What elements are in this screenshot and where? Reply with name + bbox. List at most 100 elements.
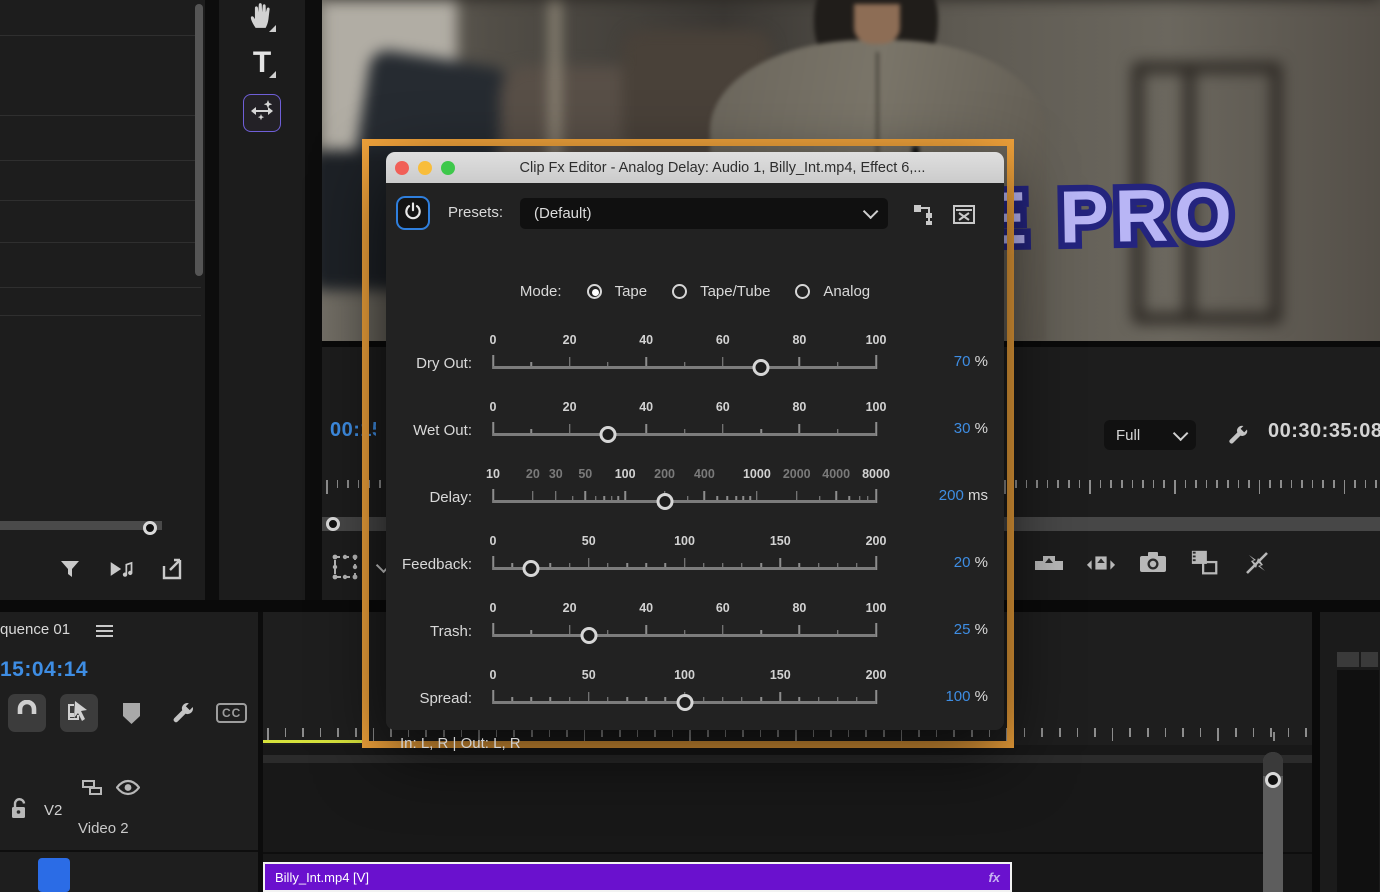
timeline-playhead-timecode[interactable]: 15:04:14: [0, 658, 88, 682]
mode-option-label: Tape/Tube: [700, 283, 770, 300]
timeline-settings-wrench-icon[interactable]: [164, 694, 202, 732]
safe-margins-icon[interactable]: [330, 552, 360, 582]
sequence-tab-title[interactable]: quence 01: [0, 621, 70, 638]
delete-effect-icon[interactable]: [952, 202, 976, 231]
ruler-tick: [1100, 480, 1102, 488]
presets-dropdown[interactable]: (Default): [520, 198, 888, 229]
ruler-tick: [1059, 728, 1061, 737]
mode-radio-tape-tube[interactable]: [672, 284, 687, 299]
slider-label: Wet Out:: [386, 422, 472, 439]
zoom-level-select[interactable]: Full: [1104, 420, 1196, 450]
chevron-down-icon: [863, 204, 879, 220]
source-patch-v1[interactable]: [38, 858, 70, 892]
dialog-titlebar[interactable]: Clip Fx Editor - Analog Delay: Audio 1, …: [386, 152, 1004, 183]
monitor-settings-wrench-icon[interactable]: [1226, 423, 1250, 452]
scale-label: 2000: [783, 467, 811, 481]
track-id-label[interactable]: V2: [44, 802, 62, 819]
meter-header-right: [1361, 652, 1378, 667]
hand-tool[interactable]: [243, 0, 281, 36]
monitor-playhead-timecode[interactable]: 00:15: [330, 419, 376, 445]
mode-radio-analog[interactable]: [795, 284, 810, 299]
slider-value-unit: %: [970, 420, 988, 437]
export-frame-camera-icon[interactable]: [1138, 548, 1168, 578]
slider: 050100150200: [493, 534, 876, 580]
timeline-scrollbar-handle[interactable]: [1265, 772, 1281, 788]
timeline-clip[interactable]: Billy_Int.mp4 [V] fx: [263, 862, 1012, 892]
scale-label: 100: [615, 467, 636, 481]
slider-value-number[interactable]: 20: [954, 554, 971, 571]
mode-radio-tape[interactable]: [587, 284, 602, 299]
track-lock-icon[interactable]: [10, 798, 28, 825]
slider-value-number[interactable]: 70: [954, 353, 971, 370]
ruler-tick: [1057, 480, 1059, 488]
slider-value-number[interactable]: 100: [945, 688, 970, 705]
clip-fx-editor-dialog: Clip Fx Editor - Analog Delay: Audio 1, …: [386, 152, 1004, 730]
scale-label: 60: [716, 333, 730, 347]
scale-label: 20: [563, 333, 577, 347]
slider-track[interactable]: [493, 550, 876, 574]
zoom-traffic-light[interactable]: [441, 161, 455, 175]
automate-to-sequence-icon[interactable]: [109, 556, 135, 582]
list-divider: [0, 315, 201, 316]
project-vertical-scrollbar[interactable]: [195, 4, 203, 276]
remix-icon: [248, 97, 276, 130]
slider: 020406080100: [493, 400, 876, 446]
linked-selection-button[interactable]: [60, 694, 98, 732]
slider-track[interactable]: [493, 684, 876, 708]
remix-tool-selected[interactable]: [243, 94, 281, 132]
scale-label: 150: [770, 668, 791, 682]
add-marker-icon[interactable]: [112, 694, 150, 732]
ruler-tick: [1312, 480, 1314, 488]
scale-label: 100: [674, 668, 695, 682]
export-icon[interactable]: [161, 556, 187, 582]
slider-label: Dry Out:: [386, 355, 472, 372]
track-output-eye-icon[interactable]: [116, 779, 140, 801]
slider-handle[interactable]: [753, 359, 770, 376]
slider-track[interactable]: [493, 349, 876, 373]
panel-menu-icon[interactable]: [96, 625, 113, 640]
ruler-tick: [1305, 728, 1307, 737]
filter-icon[interactable]: [57, 556, 83, 582]
clip-fx-badge[interactable]: fx: [988, 870, 1010, 885]
slider-row: Feedback:05010015020020 %: [386, 528, 1004, 595]
slider-handle[interactable]: [676, 694, 693, 711]
slider-scale: 020406080100: [493, 601, 876, 617]
track-name-label[interactable]: Video 2: [78, 820, 129, 837]
ruler-tick: [355, 728, 357, 737]
effect-power-toggle[interactable]: [396, 196, 430, 230]
comparison-view-icon[interactable]: [1190, 548, 1220, 578]
list-divider: [0, 242, 201, 243]
tools-panel: T: [219, 0, 305, 600]
monitor-duration-timecode[interactable]: 00:30:35:08: [1268, 420, 1380, 446]
type-tool[interactable]: T: [243, 44, 281, 82]
slider-value-unit: %: [970, 688, 988, 705]
slider-handle[interactable]: [523, 560, 540, 577]
slider-track[interactable]: [493, 483, 876, 507]
ruler-tick: [1273, 732, 1275, 741]
slider-handle[interactable]: [656, 493, 673, 510]
slider-handle[interactable]: [580, 627, 597, 644]
scale-label: 8000: [862, 467, 890, 481]
extract-icon[interactable]: [1086, 548, 1116, 578]
source-patch-icon[interactable]: [82, 780, 102, 801]
slider-track[interactable]: [493, 416, 876, 440]
captions-badge[interactable]: CC: [216, 703, 247, 723]
monitor-scrollbar-handle[interactable]: [326, 517, 340, 531]
ruler-tick: [1185, 480, 1187, 488]
auto-reframe-disabled-icon[interactable]: [1242, 548, 1272, 578]
slider-track[interactable]: [493, 617, 876, 641]
project-horizontal-scrollbar[interactable]: [0, 521, 162, 530]
save-preset-icon[interactable]: [913, 202, 937, 231]
project-scrollbar-handle[interactable]: [143, 521, 157, 535]
snap-toggle-button[interactable]: [8, 694, 46, 732]
ruler-tick: [1153, 480, 1155, 488]
slider-value-number[interactable]: 30: [954, 420, 971, 437]
lift-icon[interactable]: [1034, 548, 1064, 578]
slider-value-number[interactable]: 25: [954, 621, 971, 638]
overlay-text: E PRO: [977, 173, 1239, 261]
slider-value-number[interactable]: 200: [939, 487, 964, 504]
close-traffic-light[interactable]: [395, 161, 409, 175]
slider-handle[interactable]: [599, 426, 616, 443]
minimize-traffic-light[interactable]: [418, 161, 432, 175]
dialog-title: Clip Fx Editor - Analog Delay: Audio 1, …: [455, 160, 1004, 176]
